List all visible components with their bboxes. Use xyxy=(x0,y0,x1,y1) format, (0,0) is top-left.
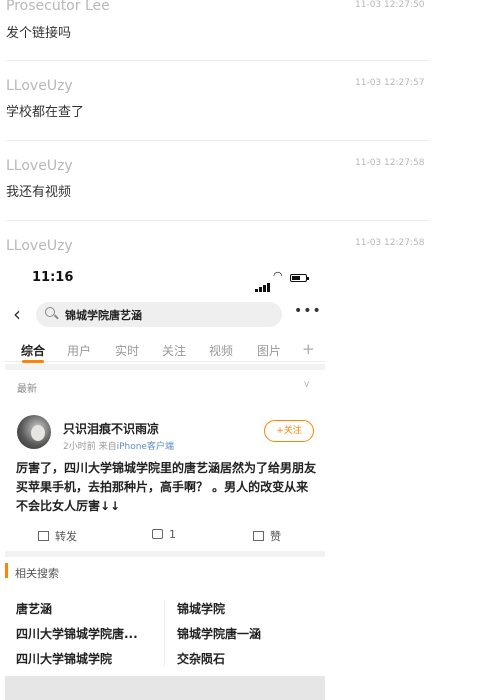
comment-icon xyxy=(152,529,163,539)
battery-icon xyxy=(290,274,309,282)
post-author[interactable]: 只识泪痕不识雨凉 xyxy=(63,420,159,437)
search-query: 锦城学院唐艺涵 xyxy=(65,309,142,322)
search-icon xyxy=(45,307,55,317)
related-search-item[interactable]: 四川大学锦城学院 xyxy=(16,650,112,667)
comment-timestamp: 11-03 12:27:57 xyxy=(355,78,425,88)
comment-username[interactable]: LLoveUzy xyxy=(6,238,73,254)
related-search-title: 相关搜索 xyxy=(15,567,59,580)
tab-users[interactable]: 用户 xyxy=(67,342,91,359)
post-actions: 转发 1 赞 xyxy=(5,522,325,550)
tab-following[interactable]: 关注 xyxy=(162,342,186,359)
post-meta: 2小时前 来自iPhone客户端 xyxy=(63,439,174,452)
tab-all[interactable]: 综合 xyxy=(21,342,45,359)
add-tab-icon[interactable]: + xyxy=(302,340,315,358)
tab-video[interactable]: 视频 xyxy=(209,342,233,359)
phone-status-bar: 11:16 ◠ xyxy=(5,260,325,296)
post-time: 2小时前 来自 xyxy=(63,442,117,452)
wifi-icon: ◠ xyxy=(273,269,283,282)
section-gap xyxy=(5,364,325,370)
comment-timestamp: 11-03 12:27:50 xyxy=(355,0,425,10)
comment-divider xyxy=(6,60,430,61)
post-body: 厉害了，四川大学锦城学院里的唐艺涵居然为了给男朋友买苹果手机，去拍那种片，高手啊… xyxy=(16,461,317,513)
search-tabs: 综合 用户 实时 关注 视频 图片 + xyxy=(5,334,325,363)
post-source[interactable]: iPhone客户端 xyxy=(117,442,174,452)
active-tab-indicator xyxy=(22,360,44,363)
related-search-item[interactable]: 交杂陨石 xyxy=(177,650,225,667)
comment-button[interactable]: 1 xyxy=(152,528,176,541)
repost-label: 转发 xyxy=(55,530,77,543)
related-search-item[interactable]: 唐艺涵 xyxy=(16,600,52,617)
comment-timestamp: 11-03 12:27:58 xyxy=(355,158,425,168)
comment-username[interactable]: LLoveUzy xyxy=(6,78,73,94)
tab-realtime[interactable]: 实时 xyxy=(115,342,139,359)
comment-text: 我还有视频 xyxy=(6,185,72,200)
related-search-item[interactable]: 四川大学锦城学院唐... xyxy=(16,625,138,642)
status-clock: 11:16 xyxy=(32,270,74,285)
comment-text: 学校都在查了 xyxy=(6,105,85,120)
comment-timestamp: 11-03 12:27:58 xyxy=(355,238,425,248)
comment-text: 发个链接吗 xyxy=(6,26,72,41)
comment-divider xyxy=(6,220,430,221)
latest-label: 最新 xyxy=(17,384,37,395)
like-label: 赞 xyxy=(270,530,281,543)
comment-username[interactable]: Prosecutor Lee xyxy=(6,0,110,14)
comment-count: 1 xyxy=(169,528,176,541)
back-chevron-icon[interactable]: ‹ xyxy=(13,303,21,325)
search-bar-row: ‹ 锦城学院唐艺涵 ••• xyxy=(5,300,325,330)
related-accent-bar xyxy=(5,563,8,578)
related-divider xyxy=(164,600,165,666)
search-input[interactable]: 锦城学院唐艺涵 xyxy=(36,302,282,327)
follow-button[interactable]: +关注 xyxy=(264,420,314,442)
section-gap xyxy=(5,551,325,557)
related-search-item[interactable]: 锦城学院唐一涵 xyxy=(177,625,261,642)
thumbs-up-icon xyxy=(253,531,264,541)
bottom-placeholder xyxy=(5,676,325,700)
avatar[interactable] xyxy=(17,415,51,449)
related-search-item[interactable]: 锦城学院 xyxy=(177,600,225,617)
tab-pictures[interactable]: 图片 xyxy=(257,342,281,359)
repost-button[interactable]: 转发 xyxy=(38,528,77,544)
attached-screenshot[interactable]: 11:16 ◠ ‹ 锦城学院唐艺涵 ••• 综合 用户 实时 关注 视频 图片 … xyxy=(5,260,325,700)
signal-icon xyxy=(255,273,271,292)
chevron-down-icon[interactable]: ∨ xyxy=(303,379,310,390)
comment-username[interactable]: LLoveUzy xyxy=(6,158,73,174)
comment-divider xyxy=(6,140,430,141)
like-button[interactable]: 赞 xyxy=(253,528,281,544)
repost-icon xyxy=(38,531,49,541)
more-dots-icon[interactable]: ••• xyxy=(294,303,322,319)
